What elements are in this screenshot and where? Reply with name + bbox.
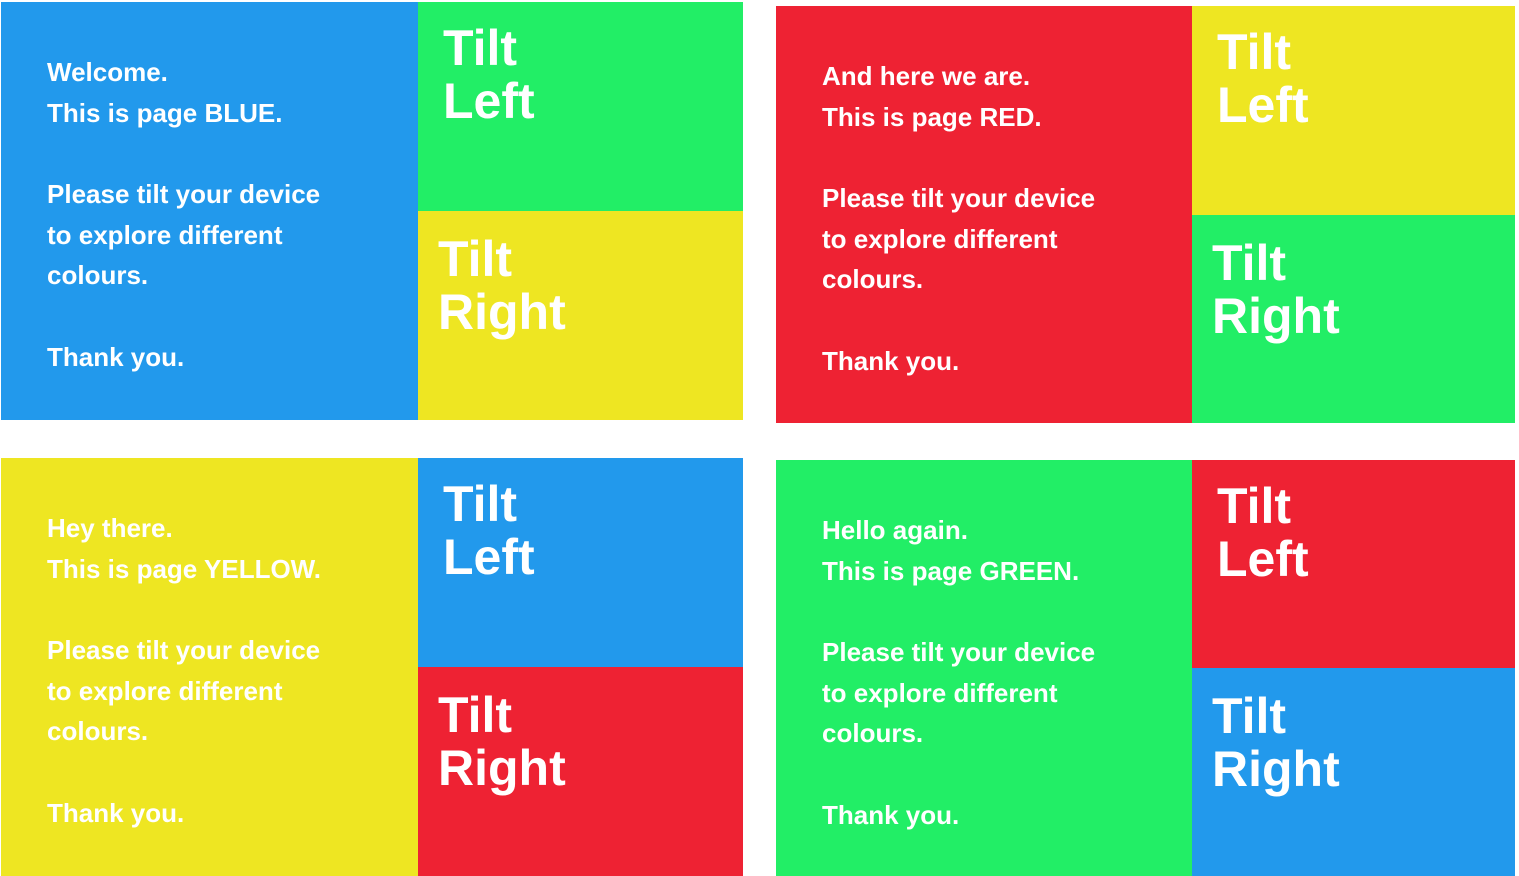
instruction-line-1: Please tilt your device [47,179,321,210]
tilt-right-label: Tilt Right [1212,690,1340,796]
tilt-right-label-line1: Tilt [438,231,513,287]
tilt-right-button[interactable]: Tilt Right [418,211,743,420]
tilt-left-label-line2: Left [443,73,535,129]
instruction-line-2: to explore different [47,219,283,250]
tilt-left-label-line1: Tilt [443,476,518,532]
tilt-right-label-line2: Right [1212,287,1340,344]
page-name-text: This is page YELLOW. [47,553,322,584]
tilt-right-label-line1: Tilt [438,687,513,743]
tilt-right-label-line1: Tilt [1212,234,1287,291]
message-text: Hey there. This is page YELLOW. Please t… [47,508,321,834]
instruction-line-3: colours. [47,716,149,747]
thank-you-text: Thank you. [822,345,960,376]
page-name-text: This is page BLUE. [47,97,283,128]
thank-you-text: Thank you. [822,799,960,830]
tilt-left-label-line1: Tilt [1217,478,1292,534]
instruction-line-3: colours. [822,264,924,295]
tilt-right-label-line2: Right [1212,741,1340,797]
tilt-left-label-line1: Tilt [1217,24,1292,80]
screen-red: And here we are. This is page RED. Pleas… [776,6,1515,423]
message-text: And here we are. This is page RED. Pleas… [822,56,1095,382]
tilt-left-button[interactable]: Tilt Left [1192,460,1515,668]
tilt-left-label: Tilt Left [1217,26,1309,132]
main-panel: Hey there. This is page YELLOW. Please t… [1,458,418,876]
tilt-left-label-line2: Left [443,529,535,585]
instruction-line-2: to explore different [822,677,1058,708]
instruction-line-1: Please tilt your device [822,183,1096,214]
screen-green: Hello again. This is page GREEN. Please … [776,460,1515,876]
tilt-left-button[interactable]: Tilt Left [418,458,743,667]
tilt-right-button[interactable]: Tilt Right [418,667,743,876]
tilt-right-label: Tilt Right [438,689,566,795]
thank-you-text: Thank you. [47,797,185,828]
instruction-line-2: to explore different [47,675,283,706]
greeting-text: Hey there. [47,513,173,543]
instruction-line-1: Please tilt your device [47,635,321,666]
message-text: Welcome. This is page BLUE. Please tilt … [47,52,320,378]
instruction-line-1: Please tilt your device [822,637,1096,668]
message-text: Hello again. This is page GREEN. Please … [822,510,1095,836]
tilt-left-label-line2: Left [1217,531,1309,587]
tilt-right-button[interactable]: Tilt Right [1192,214,1515,423]
greeting-text: Hello again. [822,515,968,545]
tilt-left-label: Tilt Left [1217,480,1309,586]
greeting-text: Welcome. [47,57,168,87]
page-name-text: This is page RED. [822,101,1042,132]
main-panel: And here we are. This is page RED. Pleas… [776,6,1192,423]
tilt-right-label-line2: Right [438,284,566,340]
tilt-left-button[interactable]: Tilt Left [418,2,743,211]
tilt-left-label-line1: Tilt [443,20,518,76]
tilt-left-label-line2: Left [1217,77,1309,133]
screen-blue: Welcome. This is page BLUE. Please tilt … [1,2,743,420]
main-panel: Welcome. This is page BLUE. Please tilt … [1,2,418,420]
tilt-left-label: Tilt Left [443,22,535,128]
tilt-right-label-line2: Right [438,740,566,796]
tilt-left-button[interactable]: Tilt Left [1192,6,1515,215]
tilt-left-label: Tilt Left [443,478,535,584]
instruction-line-3: colours. [47,260,149,291]
tilt-right-label: Tilt Right [1212,234,1340,344]
instruction-line-2: to explore different [822,223,1058,254]
instruction-line-3: colours. [822,718,924,749]
thank-you-text: Thank you. [47,341,185,372]
page-name-text: This is page GREEN. [822,555,1080,586]
screen-yellow: Hey there. This is page YELLOW. Please t… [1,458,743,876]
tilt-right-button[interactable]: Tilt Right [1192,668,1515,876]
main-panel: Hello again. This is page GREEN. Please … [776,460,1192,876]
tilt-right-label-line1: Tilt [1212,688,1287,744]
greeting-text: And here we are. [822,61,1031,91]
tilt-right-label: Tilt Right [438,233,566,339]
